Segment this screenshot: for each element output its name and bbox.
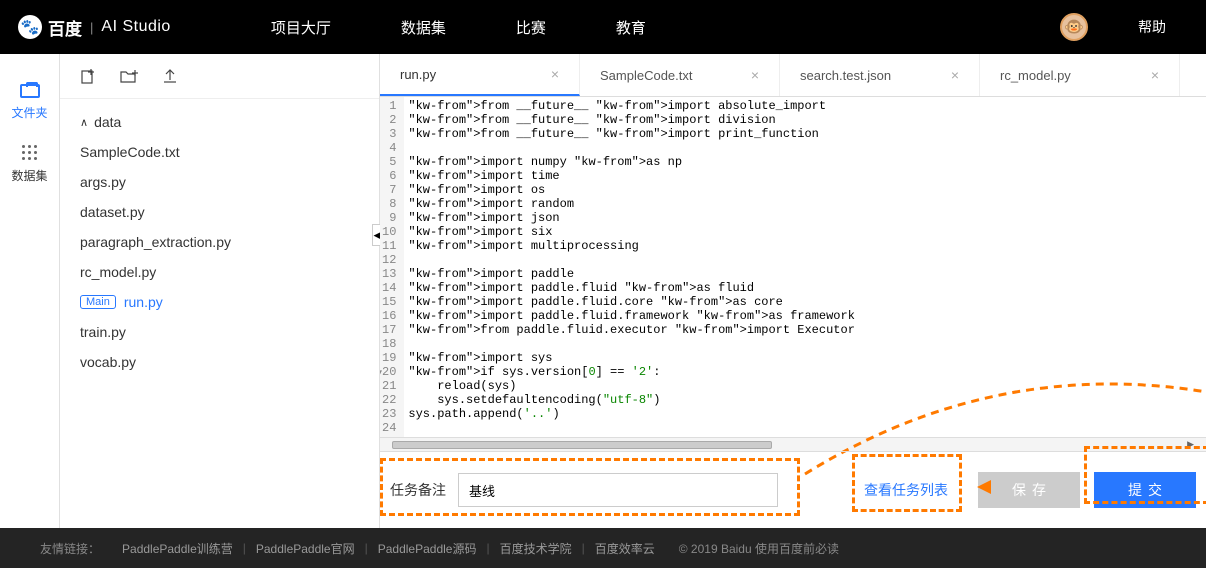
chevron-right-icon: ∧ xyxy=(80,116,88,129)
editor-tab-searchjson[interactable]: search.test.json × xyxy=(780,54,980,96)
nav-education[interactable]: 教育 xyxy=(616,17,646,38)
footer-link[interactable]: PaddlePaddle官网 xyxy=(256,540,355,557)
editor-tab-rcmodel[interactable]: rc_model.py × xyxy=(980,54,1180,96)
tree-file[interactable]: rc_model.py xyxy=(60,257,379,287)
footer-link[interactable]: 百度效率云 xyxy=(595,540,655,557)
vnav-files-label: 文件夹 xyxy=(11,104,47,121)
logo-baidu[interactable]: 🐾 百度 xyxy=(18,15,82,40)
top-right: 🐵 帮助 xyxy=(1060,13,1206,41)
editor-tab-strip: run.py × SampleCode.txt × search.test.js… xyxy=(380,54,1206,97)
editor-area: ◀ run.py × SampleCode.txt × search.test.… xyxy=(380,54,1206,528)
code-content[interactable]: "kw-from">from __future__ "kw-from">impo… xyxy=(404,97,1206,437)
footer-copyright: © 2019 Baidu 使用百度前必读 xyxy=(679,540,839,557)
scrollbar-thumb[interactable] xyxy=(392,441,772,449)
editor-tab-run[interactable]: run.py × xyxy=(380,54,580,96)
tree-file[interactable]: args.py xyxy=(60,167,379,197)
upload-icon[interactable] xyxy=(162,68,178,84)
task-remark-input[interactable] xyxy=(458,473,778,507)
file-panel: ∧ data SampleCode.txt args.py dataset.py… xyxy=(60,54,380,528)
view-task-queue-link[interactable]: 查看任务列表 xyxy=(864,482,948,498)
main-badge: Main xyxy=(80,295,116,309)
footer: 友情链接： PaddlePaddle训练营| PaddlePaddle官网| P… xyxy=(0,528,1206,568)
logo-area: 🐾 百度 | AI Studio xyxy=(0,15,171,40)
brand-sub: AI Studio xyxy=(101,18,170,36)
vnav-files[interactable]: 文件夹 xyxy=(0,72,59,133)
tree-file[interactable]: vocab.py xyxy=(60,347,379,377)
line-gutter: 12345678910111213141516171819▾2021222324 xyxy=(380,97,404,437)
nav-project-hall[interactable]: 项目大厅 xyxy=(271,17,331,38)
tree-file[interactable]: SampleCode.txt xyxy=(60,137,379,167)
help-link[interactable]: 帮助 xyxy=(1138,17,1166,37)
close-icon[interactable]: × xyxy=(1139,67,1159,83)
folder-icon xyxy=(20,84,40,98)
tree-file-run[interactable]: Main run.py xyxy=(60,287,379,317)
scroll-right-icon[interactable]: ▶ xyxy=(1187,439,1194,450)
footer-link[interactable]: 百度技术学院 xyxy=(500,540,572,557)
vertical-nav: 文件夹 数据集 xyxy=(0,54,60,528)
paw-icon: 🐾 xyxy=(18,15,42,39)
nav-competition[interactable]: 比赛 xyxy=(516,17,546,38)
close-icon[interactable]: × xyxy=(739,67,759,83)
avatar[interactable]: 🐵 xyxy=(1060,13,1088,41)
task-bottom-bar: 任务备注 查看任务列表 保存 提交 xyxy=(380,451,1206,528)
file-tree: ∧ data SampleCode.txt args.py dataset.py… xyxy=(60,99,379,385)
brand-divider: | xyxy=(90,20,93,35)
tree-file[interactable]: paragraph_extraction.py xyxy=(60,227,379,257)
grid-icon xyxy=(20,145,40,161)
editor-tab-samplecode[interactable]: SampleCode.txt × xyxy=(580,54,780,96)
close-icon[interactable]: × xyxy=(539,66,559,82)
new-folder-icon[interactable] xyxy=(120,68,138,84)
top-bar: 🐾 百度 | AI Studio 项目大厅 数据集 比赛 教育 🐵 帮助 xyxy=(0,0,1206,54)
folder-label: data xyxy=(94,114,121,130)
close-icon[interactable]: × xyxy=(939,67,959,83)
tree-file[interactable]: train.py xyxy=(60,317,379,347)
tree-file[interactable]: dataset.py xyxy=(60,197,379,227)
vnav-dataset-label: 数据集 xyxy=(11,167,47,184)
task-remark-label: 任务备注 xyxy=(390,480,446,500)
tree-folder-data[interactable]: ∧ data xyxy=(60,107,379,137)
file-toolbar xyxy=(60,54,379,99)
new-file-icon[interactable] xyxy=(80,68,96,84)
footer-link[interactable]: PaddlePaddle源码 xyxy=(378,540,477,557)
horizontal-scrollbar[interactable]: ◀ ▶ xyxy=(380,437,1206,451)
submit-button[interactable]: 提交 xyxy=(1094,472,1196,508)
nav-dataset[interactable]: 数据集 xyxy=(401,17,446,38)
footer-label: 友情链接： xyxy=(40,540,100,557)
code-editor[interactable]: 12345678910111213141516171819▾2021222324… xyxy=(380,97,1206,437)
save-button[interactable]: 保存 xyxy=(978,472,1080,508)
vnav-dataset[interactable]: 数据集 xyxy=(0,133,59,196)
brand-cn: 百度 xyxy=(48,15,82,40)
footer-link[interactable]: PaddlePaddle训练营 xyxy=(122,540,233,557)
top-nav: 项目大厅 数据集 比赛 教育 xyxy=(271,17,646,38)
main-area: 文件夹 数据集 ∧ data SampleCode.txt args.py da… xyxy=(0,54,1206,528)
